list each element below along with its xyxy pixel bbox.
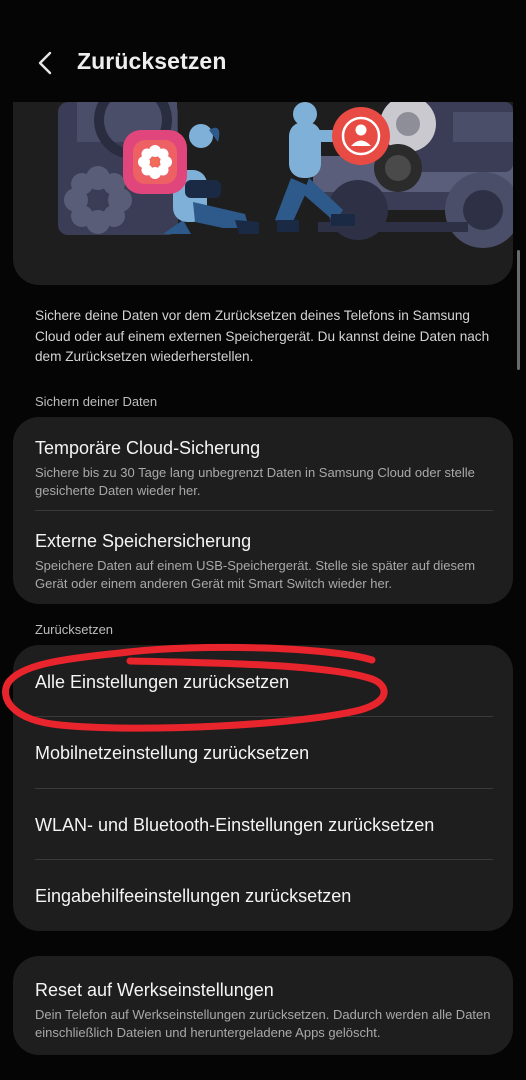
item-subtitle: Dein Telefon auf Werkseinstellungen zurü… [35, 1007, 491, 1040]
item-title: Mobilnetzeinstellung zurücksetzen [35, 743, 310, 763]
chevron-left-icon [38, 51, 52, 75]
page-title: Zurücksetzen [77, 48, 227, 74]
section-label-backup: Sichern deiner Daten [35, 394, 158, 409]
list-item-reset-mobile-network[interactable]: Mobilnetzeinstellung zurücksetzen [35, 743, 495, 764]
illustration-banner [13, 102, 513, 285]
divider [35, 716, 493, 717]
item-subtitle: Speichere Daten auf einem USB-Speicherge… [35, 558, 476, 591]
list-item-factory-reset[interactable]: Reset auf Werkseinstellungen Dein Telefo… [35, 980, 495, 1042]
divider [35, 510, 493, 511]
scrollbar[interactable] [517, 250, 520, 370]
item-title: Externe Speichersicherung [35, 531, 252, 551]
list-item-reset-wlan-bluetooth[interactable]: WLAN- und Bluetooth-Einstellungen zurück… [35, 815, 495, 836]
item-title: Temporäre Cloud-Sicherung [35, 438, 261, 458]
reset-card: Alle Einstellungen zurücksetzen Mobilnet… [13, 645, 513, 931]
reset-illustration [58, 102, 513, 248]
item-title: Alle Einstellungen zurücksetzen [35, 672, 290, 692]
divider [35, 788, 493, 789]
list-item-cloud-backup[interactable]: Temporäre Cloud-Sicherung Sichere bis zu… [35, 438, 495, 500]
item-subtitle: Sichere bis zu 30 Tage lang unbegrenzt D… [35, 465, 475, 498]
section-label-reset: Zurücksetzen [35, 622, 114, 637]
reset-description: Sichere deine Daten vor dem Zurücksetzen… [35, 308, 490, 364]
list-item-reset-all-settings[interactable]: Alle Einstellungen zurücksetzen [35, 672, 495, 693]
factory-reset-card: Reset auf Werkseinstellungen Dein Telefo… [13, 956, 513, 1055]
item-title: Eingabehilfeeinstellungen zurücksetzen [35, 886, 352, 906]
item-title: WLAN- und Bluetooth-Einstellungen zurück… [35, 815, 435, 835]
divider [35, 859, 493, 860]
backup-card: Temporäre Cloud-Sicherung Sichere bis zu… [13, 417, 513, 604]
back-button[interactable] [26, 44, 66, 84]
item-title: Reset auf Werkseinstellungen [35, 980, 274, 1000]
list-item-reset-accessibility[interactable]: Eingabehilfeeinstellungen zurücksetzen [35, 886, 495, 907]
list-item-external-backup[interactable]: Externe Speichersicherung Speichere Date… [35, 531, 495, 593]
